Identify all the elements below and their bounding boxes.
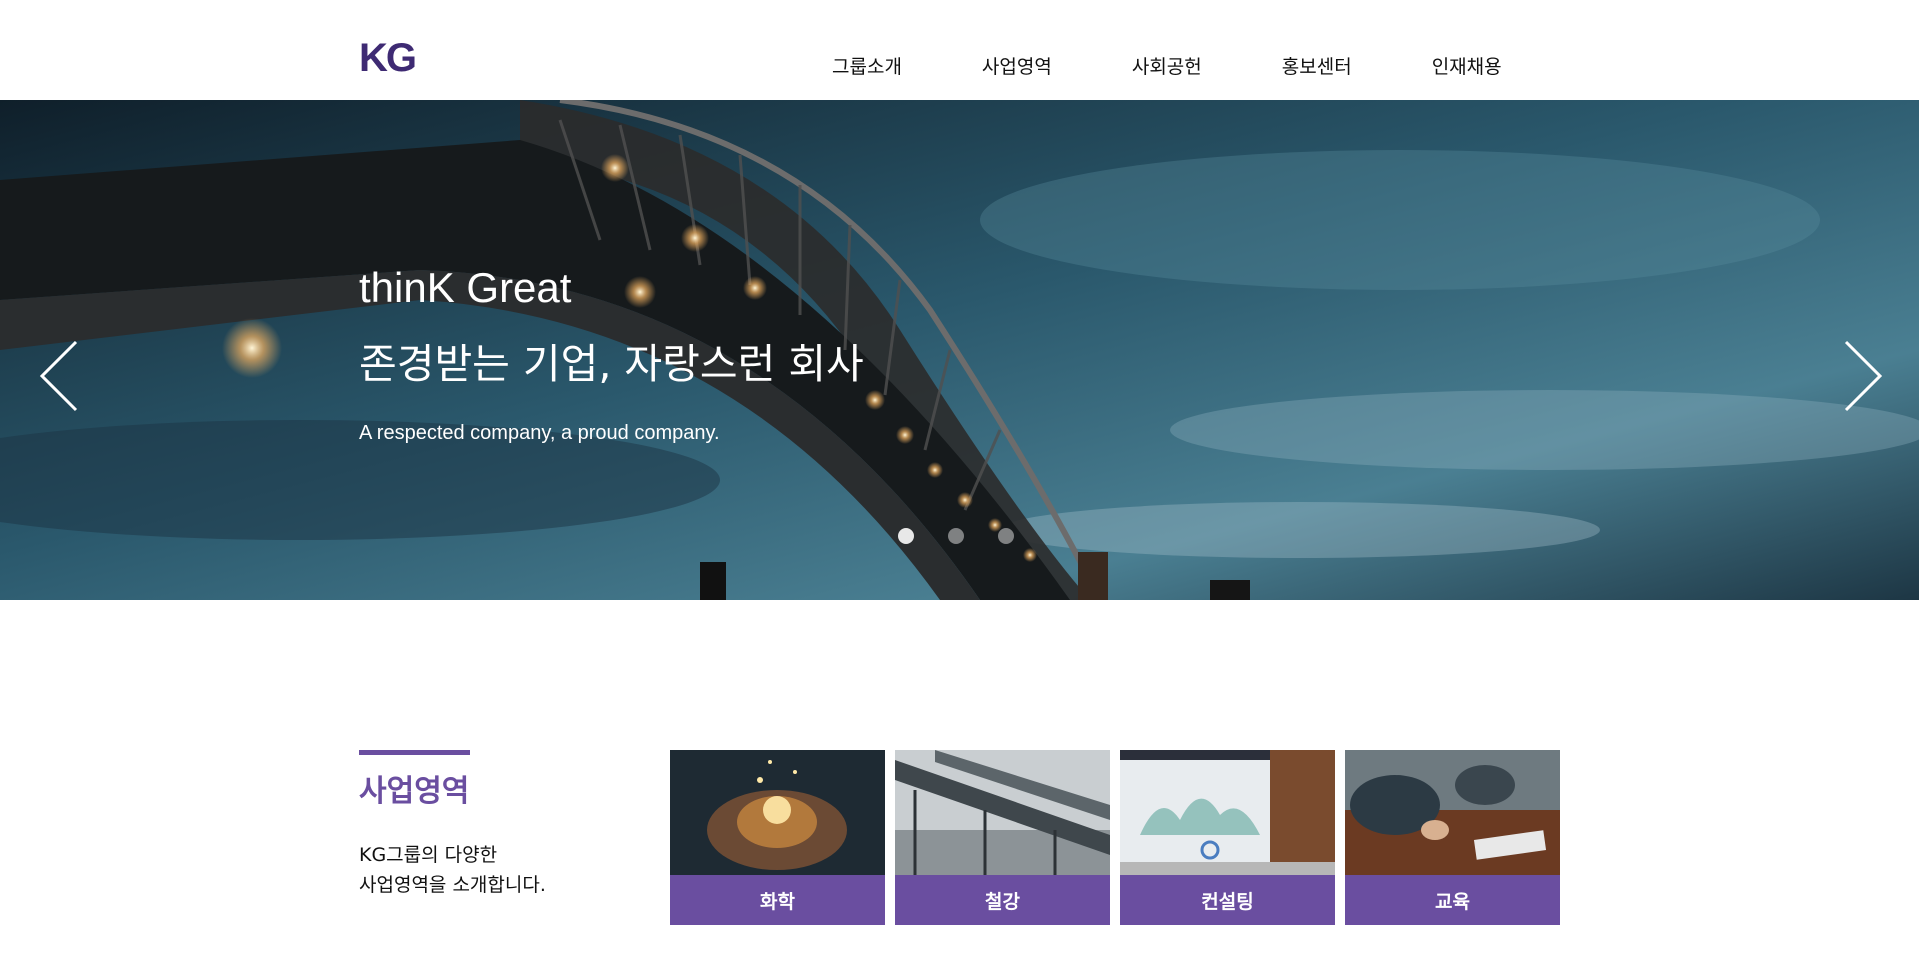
slider-dot-3[interactable] <box>998 528 1014 544</box>
hero-description: A respected company, a proud company. <box>359 422 720 444</box>
business-card-label: 철강 <box>895 875 1110 925</box>
nav-item-group-intro[interactable]: 그룹소개 <box>832 52 902 79</box>
slider-pagination <box>898 528 1014 544</box>
chemical-card-image <box>670 750 885 875</box>
business-card-label: 교육 <box>1345 875 1560 925</box>
hero-title: thinK Great <box>359 264 572 311</box>
business-description-line-2: 사업영역을 소개합니다. <box>359 874 546 896</box>
slider-prev-button[interactable] <box>38 338 82 414</box>
nav-item-social[interactable]: 사회공헌 <box>1132 52 1202 79</box>
section-title-bar <box>359 750 470 755</box>
slider-next-button[interactable] <box>1840 338 1884 414</box>
business-card-education[interactable]: 교육 <box>1345 750 1560 925</box>
business-card-label: 화학 <box>670 875 885 925</box>
nav-item-pr-center[interactable]: 홍보센터 <box>1282 52 1352 79</box>
hero-slider: thinK Great 존경받는 기업, 자랑스런 회사 A respected… <box>0 100 1919 600</box>
hero-subtitle: 존경받는 기업, 자랑스런 회사 <box>359 340 864 388</box>
hero-background-image <box>0 100 1919 600</box>
business-card-consulting[interactable]: 컨설팅 <box>1120 750 1335 925</box>
kg-logo[interactable]: KG <box>359 38 417 78</box>
business-cards: 화학 철강 컨설팅 교육 <box>670 750 1560 925</box>
consulting-card-image <box>1120 750 1335 875</box>
main-nav: 그룹소개 사업영역 사회공헌 홍보센터 인재채용 <box>832 52 1502 79</box>
business-card-label: 컨설팅 <box>1120 875 1335 925</box>
nav-item-careers[interactable]: 인재채용 <box>1432 52 1502 79</box>
nav-item-business[interactable]: 사업영역 <box>982 52 1052 79</box>
business-card-chemical[interactable]: 화학 <box>670 750 885 925</box>
business-card-steel[interactable]: 철강 <box>895 750 1110 925</box>
site-header: KG 그룹소개 사업영역 사회공헌 홍보센터 인재채용 <box>0 0 1919 100</box>
education-card-image <box>1345 750 1560 875</box>
chevron-left-icon <box>39 340 78 412</box>
slider-dot-2[interactable] <box>948 528 964 544</box>
business-description-line-1: KG그룹의 다양한 <box>359 844 498 866</box>
chevron-right-icon <box>1844 340 1883 412</box>
business-section-description: KG그룹의 다양한 사업영역을 소개합니다. <box>359 840 546 900</box>
business-section-title: 사업영역 <box>359 774 470 809</box>
slider-dot-1[interactable] <box>898 528 914 544</box>
steel-card-image <box>895 750 1110 875</box>
